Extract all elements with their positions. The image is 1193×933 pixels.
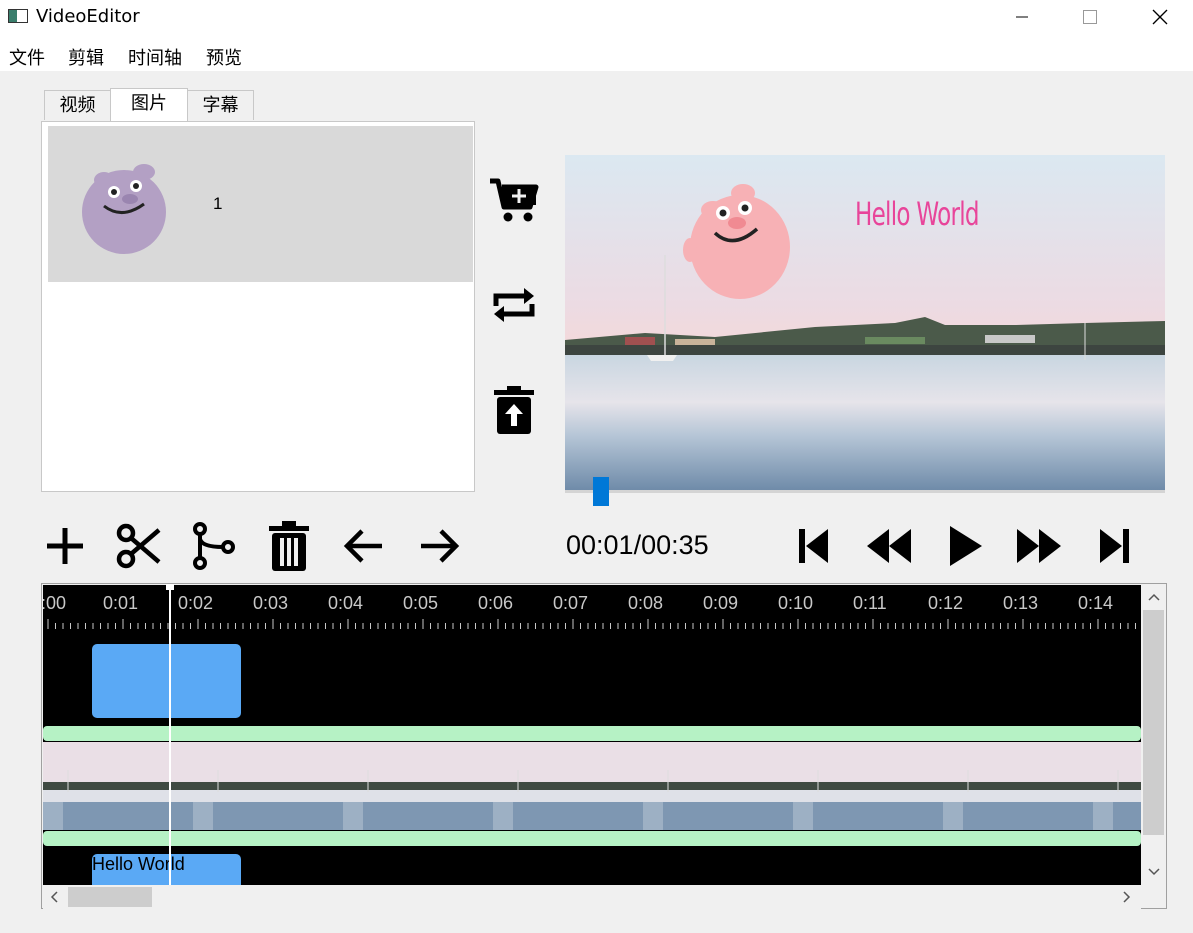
play-icon (950, 526, 982, 566)
replace-icon (493, 288, 535, 322)
menu-preview[interactable]: 预览 (206, 44, 242, 70)
scroll-left-icon (50, 891, 58, 903)
progress-handle[interactable] (593, 477, 609, 506)
video-track-bottom-bar (43, 831, 1141, 846)
tick-label: 0:05 (403, 593, 439, 613)
progress-track[interactable] (565, 490, 1165, 493)
vertical-scrollbar[interactable] (1141, 585, 1166, 885)
horizontal-scrollbar[interactable] (43, 885, 1141, 909)
tick-label: 0:08 (628, 593, 664, 613)
media-list: 1 (41, 121, 475, 492)
menu-timeline[interactable]: 时间轴 (128, 44, 182, 70)
window-title: VideoEditor (36, 6, 140, 27)
delete-button[interactable] (261, 518, 317, 574)
menu-edit[interactable]: 剪辑 (68, 44, 104, 70)
horizontal-scroll-thumb[interactable] (68, 887, 152, 907)
tick-label: 0:12 (928, 593, 964, 613)
app-icon (8, 9, 28, 23)
film-frame (493, 742, 643, 830)
maximize-icon (1083, 9, 1097, 24)
preview-overlay-text: Hello World (855, 195, 980, 233)
maximize-button[interactable] (1055, 0, 1125, 33)
tab-video[interactable]: 视频 (44, 90, 111, 120)
tick-label: :00 (43, 593, 67, 613)
tick-label: 0:13 (1003, 593, 1039, 613)
tab-image[interactable]: 图片 (110, 88, 188, 122)
tick-label: 0:09 (703, 593, 739, 613)
tick-label: 0:01 (103, 593, 139, 613)
film-frame (643, 742, 793, 830)
image-clip[interactable] (92, 644, 241, 718)
tick-label: 0:02 (178, 593, 214, 613)
list-item[interactable]: 1 (48, 126, 473, 282)
add-to-cart-button[interactable] (488, 177, 540, 225)
replace-button[interactable] (488, 284, 540, 326)
cart-add-icon (490, 178, 539, 222)
video-filmstrip[interactable] (43, 742, 1141, 830)
list-item-label: 1 (213, 194, 223, 213)
tick-label: 0:03 (253, 593, 289, 613)
cut-button[interactable] (111, 518, 167, 574)
film-frame (1093, 742, 1141, 830)
time-display: 00:01/00:35 (566, 530, 709, 560)
close-icon (1152, 9, 1168, 24)
close-button[interactable] (1125, 0, 1193, 33)
scroll-right-icon (1123, 891, 1131, 903)
video-track-top-bar (43, 726, 1141, 741)
cut-icon (116, 523, 161, 569)
split-button[interactable] (186, 518, 242, 574)
skip-start-button[interactable] (786, 518, 842, 574)
filmstrip-frames (43, 742, 1141, 830)
film-frame (793, 742, 943, 830)
skip-start-icon (799, 529, 828, 563)
delete-icon (269, 521, 309, 571)
menu-file[interactable]: 文件 (9, 44, 45, 70)
add-button[interactable] (37, 518, 93, 574)
vertical-scroll-thumb[interactable] (1143, 610, 1164, 835)
trash-restore-icon (494, 386, 534, 434)
minimize-icon (1016, 16, 1028, 17)
fast-forward-button[interactable] (1011, 518, 1067, 574)
playhead-handle[interactable] (166, 584, 174, 590)
skip-end-button[interactable] (1086, 518, 1142, 574)
tick-label: 0:06 (478, 593, 514, 613)
film-frame (193, 742, 343, 830)
tab-subtitle[interactable]: 字幕 (187, 90, 254, 120)
arrow-left-icon (343, 529, 382, 563)
subtitle-clip[interactable]: Hello World (92, 854, 241, 885)
move-left-button[interactable] (336, 518, 392, 574)
minimize-button[interactable] (987, 0, 1057, 33)
tick-label: 0:14 (1078, 593, 1114, 613)
move-right-button[interactable] (411, 518, 467, 574)
tick-label: 0:07 (553, 593, 589, 613)
playhead[interactable] (169, 585, 171, 885)
scroll-down-icon (1148, 868, 1160, 876)
timeline-canvas[interactable]: :00 0:01 0:02 0:03 0:04 0:05 0:06 0:07 0:08 0:09 0… (43, 585, 1141, 885)
arrow-right-icon (421, 529, 460, 563)
video-preview[interactable]: Hello World (565, 155, 1165, 490)
add-icon (47, 528, 83, 564)
film-frame (343, 742, 493, 830)
restore-button[interactable] (492, 384, 536, 436)
pig-thumbnail-icon (82, 164, 166, 254)
tick-label: 0:11 (853, 593, 887, 613)
tick-label: 0:04 (328, 593, 364, 613)
split-icon (193, 522, 235, 570)
fast-forward-icon (1017, 529, 1061, 563)
play-button[interactable] (936, 518, 992, 574)
tick-label: 0:10 (778, 593, 814, 613)
rewind-button[interactable] (861, 518, 917, 574)
skip-end-icon (1100, 529, 1129, 563)
film-frame (943, 742, 1093, 830)
ruler-ticks (47, 619, 1136, 629)
rewind-icon (867, 529, 911, 563)
scroll-up-icon (1148, 593, 1160, 601)
